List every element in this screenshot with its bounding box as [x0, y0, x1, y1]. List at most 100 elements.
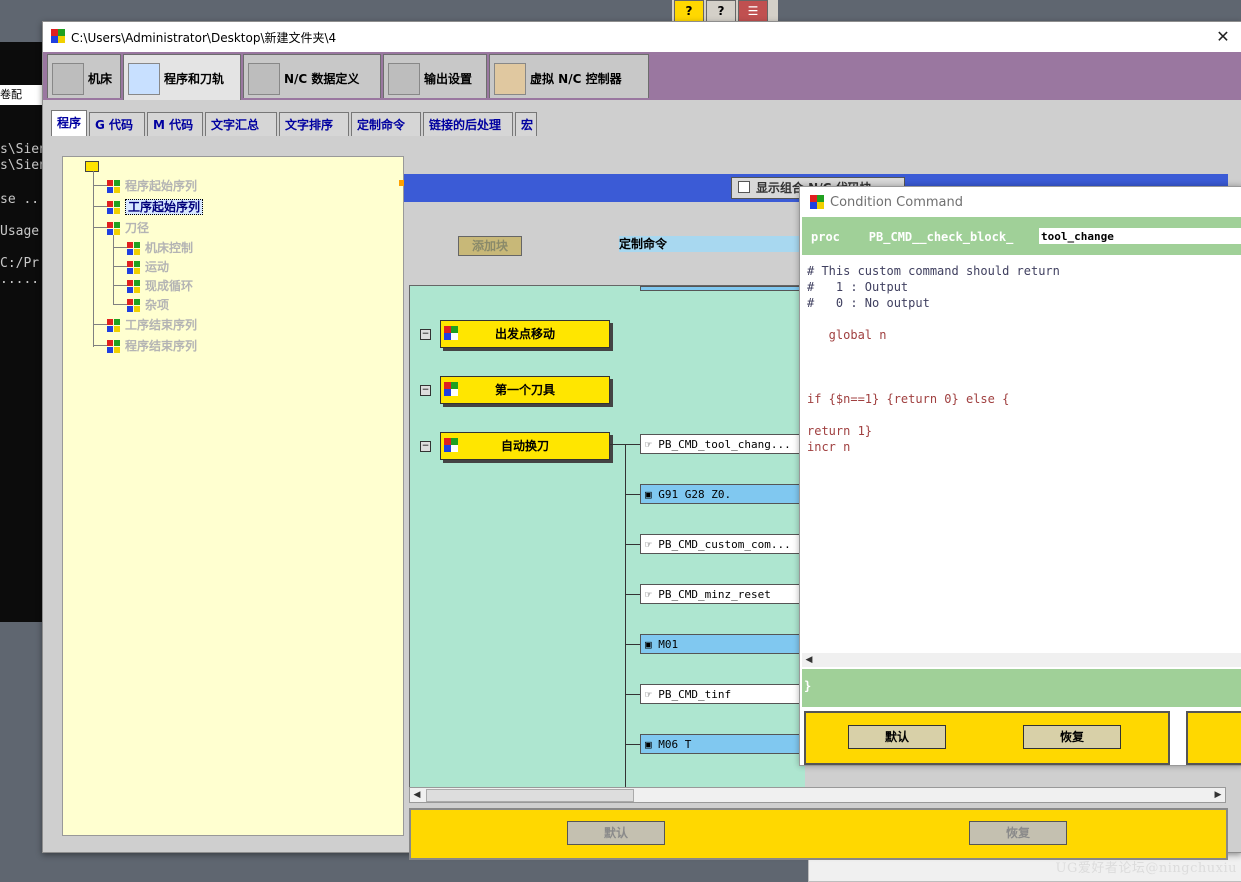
scroll-thumb[interactable] — [426, 789, 634, 802]
subtab-g-code[interactable]: G 代码 — [89, 112, 145, 136]
dialog-title: Condition Command — [830, 195, 963, 210]
toolpath-icon — [128, 63, 160, 95]
terminal-line: s\Sien — [0, 158, 44, 173]
scroll-left-icon[interactable]: ◀ — [410, 788, 424, 802]
command-block[interactable]: ☞ PB_CMD_tinf — [640, 684, 800, 704]
sequence-icon — [107, 200, 121, 215]
tab-program-toolpath[interactable]: 程序和刀轨 — [123, 54, 241, 102]
tree-node-operation-start[interactable]: 工序起始序列 — [107, 198, 204, 215]
subtab-custom-command[interactable]: 定制命令 — [351, 112, 421, 136]
sequence-icon — [127, 241, 141, 256]
sequence-icon — [127, 298, 141, 313]
tab-label: 输出设置 — [424, 72, 473, 86]
tree-node-program-start[interactable]: 程序起始序列 — [107, 177, 197, 194]
code-line: # This custom command should return — [807, 264, 1060, 278]
marker-from-move[interactable]: 出发点移动 — [440, 320, 610, 348]
tree-node-misc[interactable]: 杂项 — [127, 296, 169, 313]
subtab-m-code[interactable]: M 代码 — [147, 112, 203, 136]
collapse-icon[interactable]: − — [420, 329, 431, 340]
marker-auto-tool-change[interactable]: 自动换刀 — [440, 432, 610, 460]
marker-icon — [444, 382, 458, 396]
tree-node-machine-control[interactable]: 机床控制 — [127, 239, 193, 256]
canvas-horizontal-scrollbar[interactable]: ◀ ▶ — [409, 787, 1226, 803]
machine-icon — [52, 63, 84, 95]
proc-footer: } — [802, 669, 1241, 707]
command-block[interactable]: ☞ PB_CMD_tool_chang... — [640, 434, 800, 454]
sequence-action-bar: 默认 恢复 — [409, 808, 1228, 860]
main-tab-bar: 机床 程序和刀轨 N/C 数据定义 输出设置 虚拟 N/C 控制器 — [43, 52, 1241, 102]
block-icon: ▣ — [645, 488, 659, 501]
hand-icon: ☞ — [645, 588, 659, 601]
block-icon: ▣ — [645, 638, 659, 651]
sequence-icon — [107, 179, 121, 194]
proc-header: proc PB_CMD__check_block_ — [802, 217, 1241, 255]
terminal-line: ...... — [0, 272, 44, 287]
sequence-icon — [127, 260, 141, 275]
subtab-macro[interactable]: 宏 — [515, 112, 537, 136]
help-toolbar: ? ? ☰ — [672, 0, 778, 24]
code-line: # 0 : No output — [807, 296, 930, 310]
tab-machine[interactable]: 机床 — [47, 54, 121, 98]
code-line: if {$n==1} {return 0} else { — [807, 392, 1010, 406]
partial-block — [640, 286, 802, 291]
restore-button[interactable]: 恢复 — [969, 821, 1067, 845]
terminal-line: se ... — [0, 192, 44, 207]
condition-command-dialog: Condition Command proc PB_CMD__check_blo… — [799, 186, 1241, 766]
scroll-right-icon[interactable]: ▶ — [1211, 788, 1225, 802]
add-block-button[interactable]: 添加块 — [458, 236, 522, 256]
subtab-word-sequence[interactable]: 文字排序 — [279, 112, 349, 136]
marker-icon — [444, 438, 458, 452]
collapse-icon[interactable]: − — [420, 385, 431, 396]
custom-command-source[interactable]: 定制命令 — [619, 236, 799, 252]
tree-node-canned-cycle[interactable]: 现成循环 — [127, 277, 193, 294]
title-bar: C:\Users\Administrator\Desktop\新建文件夹\4 ✕ — [43, 22, 1241, 52]
tab-nc-data-definition[interactable]: N/C 数据定义 — [243, 54, 381, 98]
scroll-left-icon[interactable]: ◀ — [802, 653, 816, 667]
dialog-default-button[interactable]: 默认 — [848, 725, 946, 749]
background-window-label: 卷配 — [0, 85, 44, 105]
code-editor[interactable]: # This custom command should return # 1 … — [807, 263, 1241, 455]
block-icon: ▣ — [645, 738, 659, 751]
nc-data-icon — [248, 63, 280, 95]
app-icon — [51, 29, 65, 43]
printer-icon — [388, 63, 420, 95]
code-horizontal-scrollbar[interactable]: ◀ — [802, 653, 1241, 667]
tab-label: 程序和刀轨 — [164, 72, 225, 86]
subtab-program[interactable]: 程序 — [51, 110, 87, 136]
closing-brace: } — [804, 679, 812, 693]
command-block[interactable]: ☞ PB_CMD_custom_com... — [640, 534, 800, 554]
default-button[interactable]: 默认 — [567, 821, 665, 845]
tree-node-program-end[interactable]: 程序结束序列 — [107, 337, 197, 354]
tree-node-operation-end[interactable]: 工序结束序列 — [107, 316, 197, 333]
background-terminal: s\Sien s\Sien se ... Usage C:/Pr ...... — [0, 42, 44, 622]
sequence-canvas: − 出发点移动 − 第一个刀具 − 自动换刀 ☞ PB_CMD_tool_cha… — [409, 285, 805, 788]
terminal-line: C:/Pr — [0, 256, 40, 271]
collapse-icon[interactable]: − — [420, 441, 431, 452]
subtab-linked-post[interactable]: 链接的后处理 — [423, 112, 513, 136]
dialog-action-bar: 默认 恢复 — [804, 711, 1170, 765]
tab-label: N/C 数据定义 — [284, 72, 360, 86]
close-button[interactable]: ✕ — [1211, 25, 1235, 49]
proc-name-input[interactable] — [1039, 228, 1241, 244]
tree-node-tool-path[interactable]: 刀径 — [107, 219, 149, 236]
nc-block[interactable]: ▣ G91 G28 Z0. — [640, 484, 800, 504]
sequence-icon — [107, 339, 121, 354]
nc-block[interactable]: ▣ M01 — [640, 634, 800, 654]
hand-icon: ☞ — [645, 688, 659, 701]
code-line: # 1 : Output — [807, 280, 909, 294]
subtab-word-summary[interactable]: 文字汇总 — [205, 112, 277, 136]
code-line: incr n — [807, 440, 851, 454]
dialog-restore-button[interactable]: 恢复 — [1023, 725, 1121, 749]
nc-block[interactable]: ▣ M06 T — [640, 734, 800, 754]
tab-label: 虚拟 N/C 控制器 — [530, 72, 622, 86]
proc-prefix: proc PB_CMD__check_block_ — [811, 230, 1014, 244]
tab-output-settings[interactable]: 输出设置 — [383, 54, 487, 98]
terminal-line: Usage — [0, 224, 40, 239]
controller-icon — [494, 63, 526, 95]
tab-virtual-nc-controller[interactable]: 虚拟 N/C 控制器 — [489, 54, 649, 98]
tree-node-motion[interactable]: 运动 — [127, 258, 169, 275]
marker-first-tool[interactable]: 第一个刀具 — [440, 376, 610, 404]
command-block[interactable]: ☞ PB_CMD_minz_reset — [640, 584, 800, 604]
